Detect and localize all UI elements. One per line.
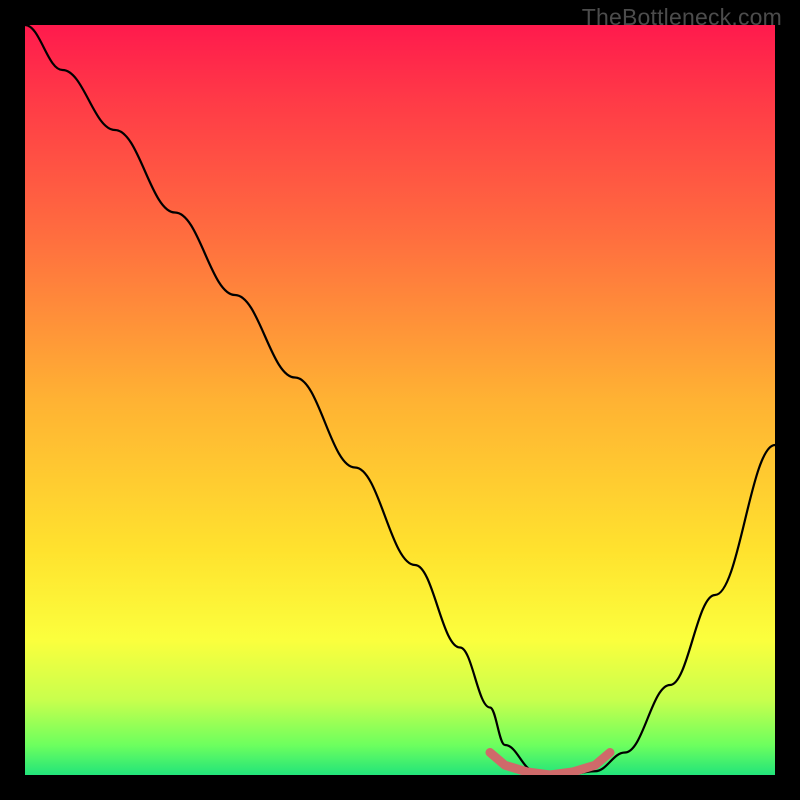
chart-overlay xyxy=(25,25,775,775)
plot-area xyxy=(25,25,775,775)
bottleneck-curve xyxy=(25,25,775,775)
chart-frame: TheBottleneck.com xyxy=(0,0,800,800)
